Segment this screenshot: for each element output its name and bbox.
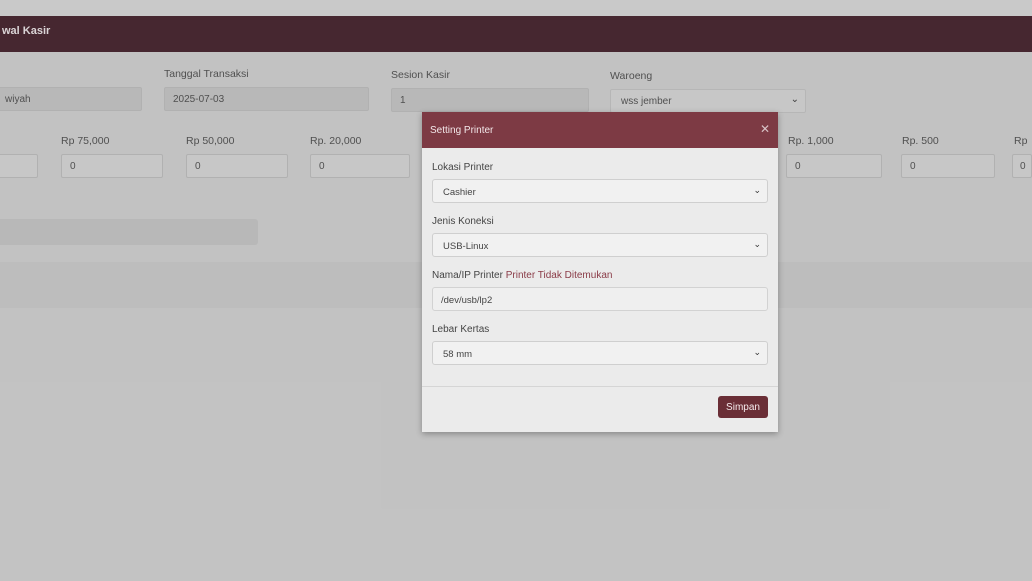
jenis-koneksi-label: Jenis Koneksi: [432, 216, 494, 227]
chevron-down-icon: ⌄: [753, 185, 761, 195]
modal-title: Setting Printer: [430, 125, 494, 136]
jenis-koneksi-value: USB-Linux: [443, 241, 489, 252]
lokasi-printer-value: Cashier: [443, 187, 476, 198]
printer-not-found-warning: Printer Tidak Ditemukan: [505, 270, 613, 281]
nama-printer-input[interactable]: /dev/usb/lp2: [432, 287, 768, 311]
modal-header: Setting Printer ✕: [422, 112, 778, 148]
lebar-kertas-value: 58 mm: [443, 349, 473, 360]
lebar-kertas-label: Lebar Kertas: [432, 324, 490, 335]
nama-printer-label: Nama/IP Printer: [432, 270, 503, 281]
modal-footer-divider: [422, 386, 778, 387]
save-button[interactable]: Simpan: [718, 396, 768, 418]
nama-printer-label-row: Nama/IP Printer Printer Tidak Ditemukan: [432, 270, 612, 281]
chevron-down-icon: ⌄: [753, 347, 761, 357]
setting-printer-modal: Setting Printer ✕ Lokasi Printer Cashier…: [422, 112, 778, 432]
nama-printer-value: /dev/usb/lp2: [441, 295, 493, 306]
lokasi-printer-select[interactable]: Cashier ⌄: [432, 179, 768, 203]
lokasi-printer-label: Lokasi Printer: [432, 162, 494, 173]
jenis-koneksi-select[interactable]: USB-Linux ⌄: [432, 233, 768, 257]
chevron-down-icon: ⌄: [753, 239, 761, 249]
close-icon[interactable]: ✕: [760, 122, 770, 136]
lebar-kertas-select[interactable]: 58 mm ⌄: [432, 341, 768, 365]
